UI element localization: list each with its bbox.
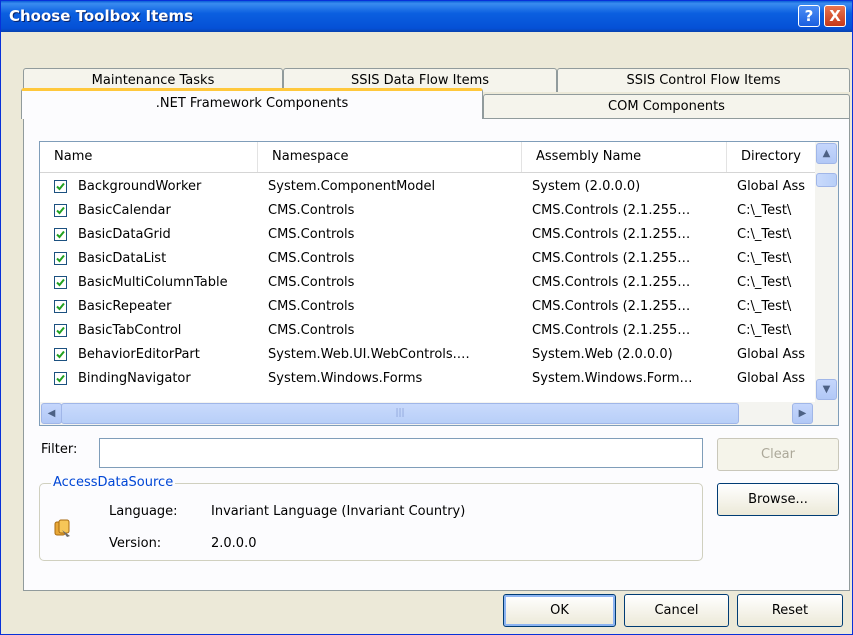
ok-button[interactable]: OK xyxy=(503,594,616,627)
language-value: Invariant Language (Invariant Country) xyxy=(211,504,466,519)
tab-label: .NET Framework Components xyxy=(155,96,349,111)
column-header-assembly-name[interactable]: Assembly Name xyxy=(522,142,727,172)
tab-net-framework-components[interactable]: .NET Framework Components xyxy=(21,88,483,119)
scroll-right-icon[interactable]: ▶ xyxy=(792,403,813,424)
choose-toolbox-items-dialog: Choose Toolbox Items ? X Maintenance Tas… xyxy=(0,0,853,635)
cell-namespace: CMS.Controls xyxy=(268,299,355,314)
cell-namespace: CMS.Controls xyxy=(268,275,355,290)
list-item[interactable]: BackgroundWorker System.ComponentModel Sys… xyxy=(40,175,815,199)
scroll-up-icon[interactable]: ▲ xyxy=(816,143,837,164)
list-item[interactable]: BasicCalendar CMS.Controls CMS.Controls (2… xyxy=(40,199,815,223)
list-item[interactable]: BindingNavigator System.Windows.Forms Syst… xyxy=(40,367,815,391)
cell-assembly: CMS.Controls (2.1.255… xyxy=(532,251,691,266)
column-header-name[interactable]: Name xyxy=(40,142,258,172)
cell-name: BasicRepeater xyxy=(78,299,172,314)
item-checkbox[interactable] xyxy=(54,180,67,193)
cell-directory: C:\_Test\ xyxy=(737,203,792,218)
cell-directory: Global Ass xyxy=(737,179,806,194)
scroll-left-icon[interactable]: ◀ xyxy=(41,403,62,424)
cancel-button[interactable]: Cancel xyxy=(624,594,729,627)
column-header-namespace[interactable]: Namespace xyxy=(258,142,522,172)
cell-assembly: System (2.0.0.0) xyxy=(532,179,641,194)
cell-namespace: CMS.Controls xyxy=(268,227,355,242)
item-checkbox[interactable] xyxy=(54,372,67,385)
cell-directory: Global Ass xyxy=(737,347,806,362)
cell-directory: C:\_Test\ xyxy=(737,299,792,314)
item-checkbox[interactable] xyxy=(54,300,67,313)
list-item[interactable]: BasicTabControl CMS.Controls CMS.Controls … xyxy=(40,319,815,343)
tab-label: SSIS Control Flow Items xyxy=(626,73,781,88)
item-checkbox[interactable] xyxy=(54,228,67,241)
cell-assembly: CMS.Controls (2.1.255… xyxy=(532,299,691,314)
column-header-directory[interactable]: Directory xyxy=(727,142,817,172)
cell-name: BehaviorEditorPart xyxy=(78,347,200,362)
filter-input[interactable] xyxy=(99,438,703,468)
cell-name: BasicTabControl xyxy=(78,323,182,338)
tab-label: COM Components xyxy=(608,99,725,114)
list-item[interactable]: BasicDataGrid CMS.Controls CMS.Controls (2… xyxy=(40,223,815,247)
item-checkbox[interactable] xyxy=(54,252,67,265)
cell-name: BindingNavigator xyxy=(78,371,191,386)
vertical-scroll-thumb[interactable] xyxy=(816,173,837,187)
cell-namespace: CMS.Controls xyxy=(268,251,355,266)
components-list[interactable]: Name Namespace Assembly Name Directory B… xyxy=(39,141,839,426)
selected-item-title: AccessDataSource xyxy=(51,475,176,490)
cell-assembly: CMS.Controls (2.1.255… xyxy=(532,227,691,242)
item-checkbox[interactable] xyxy=(54,204,67,217)
help-button[interactable]: ? xyxy=(798,5,820,27)
cell-namespace: CMS.Controls xyxy=(268,203,355,218)
cell-name: BackgroundWorker xyxy=(78,179,202,194)
cell-namespace: System.Web.UI.WebControls.… xyxy=(268,347,470,362)
cell-assembly: CMS.Controls (2.1.255… xyxy=(532,275,691,290)
list-item[interactable]: BehaviorEditorPart System.Web.UI.WebContr… xyxy=(40,343,815,367)
list-item[interactable]: BasicMultiColumnTable CMS.Controls CMS.Con… xyxy=(40,271,815,295)
cell-assembly: System.Windows.Form… xyxy=(532,371,693,386)
cell-namespace: CMS.Controls xyxy=(268,323,355,338)
cell-directory: C:\_Test\ xyxy=(737,323,792,338)
cell-name: BasicCalendar xyxy=(78,203,171,218)
clear-button[interactable]: Clear xyxy=(717,438,839,471)
language-label: Language: xyxy=(109,504,178,519)
cell-name: BasicDataGrid xyxy=(78,227,171,242)
item-checkbox[interactable] xyxy=(54,276,67,289)
filter-label: Filter: xyxy=(41,442,78,457)
cell-assembly: System.Web (2.0.0.0) xyxy=(532,347,673,362)
close-button[interactable]: X xyxy=(824,5,846,27)
window-title: Choose Toolbox Items xyxy=(9,7,194,25)
item-checkbox[interactable] xyxy=(54,348,67,361)
title-bar[interactable]: Choose Toolbox Items ? X xyxy=(1,1,852,32)
cell-directory: C:\_Test\ xyxy=(737,275,792,290)
version-value: 2.0.0.0 xyxy=(211,536,257,551)
list-item[interactable]: BasicRepeater CMS.Controls CMS.Controls (2… xyxy=(40,295,815,319)
tab-ssis-control-flow-items[interactable]: SSIS Control Flow Items xyxy=(557,68,850,92)
cell-directory: C:\_Test\ xyxy=(737,227,792,242)
horizontal-scrollbar[interactable]: ◀ ||| ▶ xyxy=(40,402,838,425)
cell-name: BasicMultiColumnTable xyxy=(78,275,228,290)
reset-button[interactable]: Reset xyxy=(737,594,843,627)
cell-namespace: System.ComponentModel xyxy=(268,179,436,194)
list-item[interactable]: BasicDataList CMS.Controls CMS.Controls (2… xyxy=(40,247,815,271)
cell-directory: Global Ass xyxy=(737,371,806,386)
vertical-scrollbar[interactable]: ▲ ▼ xyxy=(815,142,838,402)
item-checkbox[interactable] xyxy=(54,324,67,337)
list-header: Name Namespace Assembly Name Directory xyxy=(40,142,815,173)
tab-com-components[interactable]: COM Components xyxy=(483,94,850,119)
horizontal-scroll-thumb[interactable]: ||| xyxy=(61,403,739,424)
cell-assembly: CMS.Controls (2.1.255… xyxy=(532,203,691,218)
scroll-down-icon[interactable]: ▼ xyxy=(816,379,837,400)
cell-name: BasicDataList xyxy=(78,251,167,266)
assembly-icon xyxy=(53,519,75,539)
browse-button[interactable]: Browse... xyxy=(717,483,839,516)
cell-directory: C:\_Test\ xyxy=(737,251,792,266)
cell-assembly: CMS.Controls (2.1.255… xyxy=(532,323,691,338)
version-label: Version: xyxy=(109,536,162,551)
cell-namespace: System.Windows.Forms xyxy=(268,371,423,386)
